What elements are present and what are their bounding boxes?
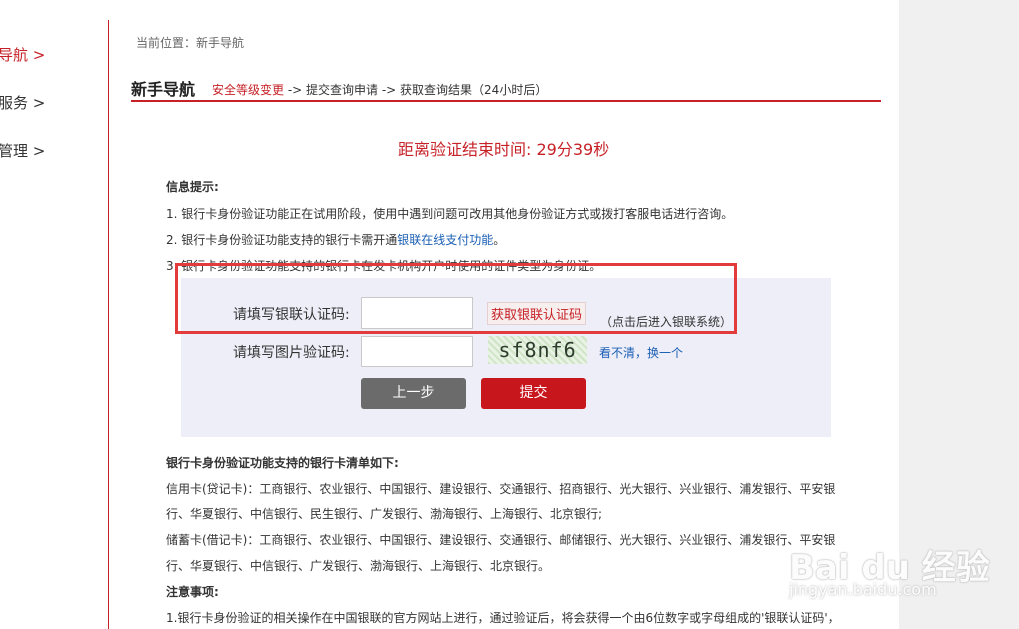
info-line-2-post: 。 xyxy=(493,233,506,247)
submit-button[interactable]: 提交 xyxy=(481,378,586,409)
step-indicator: 安全等级变更 -> 提交查询申请 -> 获取查询结果（24小时后） xyxy=(212,81,547,98)
unionpay-online-link[interactable]: 银联在线支付功能 xyxy=(397,233,493,247)
bank-list-title: 银行卡身份验证功能支持的银行卡清单如下: xyxy=(166,456,399,470)
info-line-2: 2. 银行卡身份验证功能支持的银行卡需开通银联在线支付功能。 xyxy=(166,231,505,248)
sidebar-item-guide[interactable]: 导航 > xyxy=(0,44,45,65)
title-row: 新手导航 安全等级变更 -> 提交查询申请 -> 获取查询结果（24小时后） xyxy=(131,76,881,102)
right-gray-background xyxy=(899,0,1019,629)
captcha-image[interactable]: sf8nf6 xyxy=(488,336,587,364)
captcha-label: 请填写图片验证码: xyxy=(233,345,350,361)
credit-card-banks-line-1: 信用卡(贷记卡)：工商银行、农业银行、中国银行、建设银行、交通银行、招商银行、光… xyxy=(166,482,836,496)
step-rest: -> 提交查询申请 -> 获取查询结果（24小时后） xyxy=(284,83,548,97)
refresh-captcha-link[interactable]: 看不清，换一个 xyxy=(599,344,683,361)
debit-card-banks-line-1: 储蓄卡(借记卡)：工商银行、农业银行、中国银行、建设银行、交通银行、邮储银行、光… xyxy=(166,533,836,547)
captcha-input[interactable] xyxy=(361,336,473,367)
info-title: 信息提示: xyxy=(166,180,219,194)
notes-line-1: 1.银行卡身份验证的相关操作在中国银联的官方网站上进行，通过验证后，将会获得一个… xyxy=(166,611,840,625)
breadcrumb: 当前位置：新手导航 xyxy=(136,36,245,50)
countdown-timer: 距离验证结束时间: 29分39秒 xyxy=(398,140,610,159)
info-line-1: 1. 银行卡身份验证功能正在试用阶段，使用中遇到问题可改用其他身份验证方式或拨打… xyxy=(166,207,734,221)
debit-card-banks-line-2: 行、华夏银行、中信银行、广发银行、渤海银行、上海银行、北京银行。 xyxy=(166,559,551,573)
info-line-2-pre: 2. 银行卡身份验证功能支持的银行卡需开通 xyxy=(166,233,398,247)
sidebar-item-manage[interactable]: 管理 > xyxy=(0,140,45,161)
highlight-annotation-box xyxy=(175,263,737,334)
step-current: 安全等级变更 xyxy=(212,83,285,97)
page-title: 新手导航 xyxy=(131,80,196,99)
sidebar-item-service[interactable]: 服务 > xyxy=(0,92,45,113)
sidebar-divider xyxy=(108,20,109,629)
baidu-jingyan-watermark-url: jingyan.baidu.com xyxy=(789,580,937,599)
prev-step-button[interactable]: 上一步 xyxy=(361,378,466,409)
credit-card-banks-line-2: 行、华夏银行、中信银行、民生银行、广发银行、渤海银行、上海银行、北京银行; xyxy=(166,507,603,521)
notes-title: 注意事项: xyxy=(166,585,219,599)
